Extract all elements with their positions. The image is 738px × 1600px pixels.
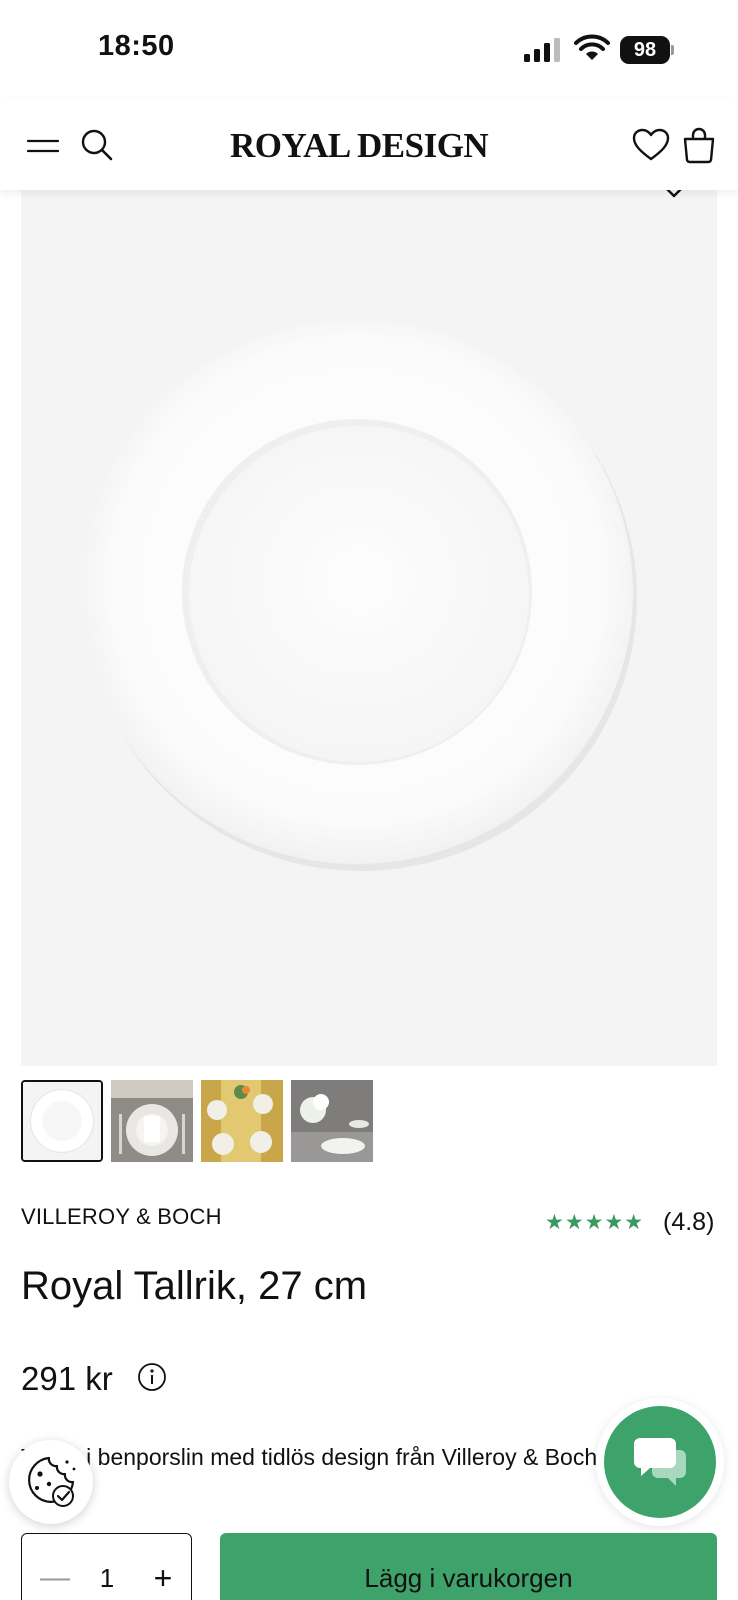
status-bar: 18:50 98 (0, 0, 738, 100)
signal-icon (524, 38, 560, 62)
thumbnail-1[interactable] (21, 1080, 103, 1162)
info-icon[interactable] (137, 1362, 167, 1392)
product-brand[interactable]: VILLEROY & BOCH (21, 1204, 222, 1230)
product-price: 291 kr (21, 1360, 113, 1397)
add-to-cart-button[interactable]: Lägg i varukorgen (220, 1533, 717, 1600)
plate-image (81, 320, 637, 871)
thumbnail-table-flowers-icon (201, 1080, 283, 1162)
product-title: Royal Tallrik, 27 cm (21, 1264, 368, 1308)
site-logo[interactable]: ROYAL DESIGN (230, 126, 489, 166)
chat-icon (634, 1438, 686, 1486)
thumbnail-4[interactable] (291, 1080, 373, 1162)
bag-icon[interactable] (682, 126, 716, 164)
status-time: 18:50 (98, 30, 175, 62)
chat-button[interactable] (604, 1406, 716, 1518)
product-main-image[interactable] (21, 190, 717, 1066)
battery-indicator: 98 (620, 36, 674, 64)
cookie-settings-button[interactable] (9, 1440, 93, 1524)
rating-value: (4.8) (663, 1208, 715, 1236)
cookie-icon (28, 1456, 76, 1507)
battery-cap (671, 45, 674, 55)
quantity-increase-button[interactable]: + (150, 1558, 176, 1598)
thumbnail-3[interactable] (201, 1080, 283, 1162)
search-icon[interactable] (80, 128, 114, 162)
quantity-stepper: — 1 + (21, 1533, 192, 1600)
battery-level: 98 (620, 36, 670, 64)
thumbnail-2[interactable] (111, 1080, 193, 1162)
site-header: ROYAL DESIGN (0, 100, 738, 190)
thumbnail-dinner-table-icon (291, 1080, 373, 1162)
thumbnail-table-setting-icon (111, 1080, 193, 1162)
product-description: Tallrik i benporslin med tidlös design f… (21, 1444, 604, 1470)
wifi-icon (574, 34, 610, 60)
chat-button-wrapper (596, 1398, 724, 1526)
heart-icon[interactable] (632, 128, 670, 162)
quantity-value[interactable]: 1 (92, 1558, 122, 1598)
quantity-decrease-button[interactable]: — (40, 1558, 70, 1598)
menu-icon[interactable] (26, 136, 60, 156)
thumbnail-plate-icon (23, 1082, 101, 1160)
rating-stars-icon: ★★★★★ (545, 1211, 645, 1234)
